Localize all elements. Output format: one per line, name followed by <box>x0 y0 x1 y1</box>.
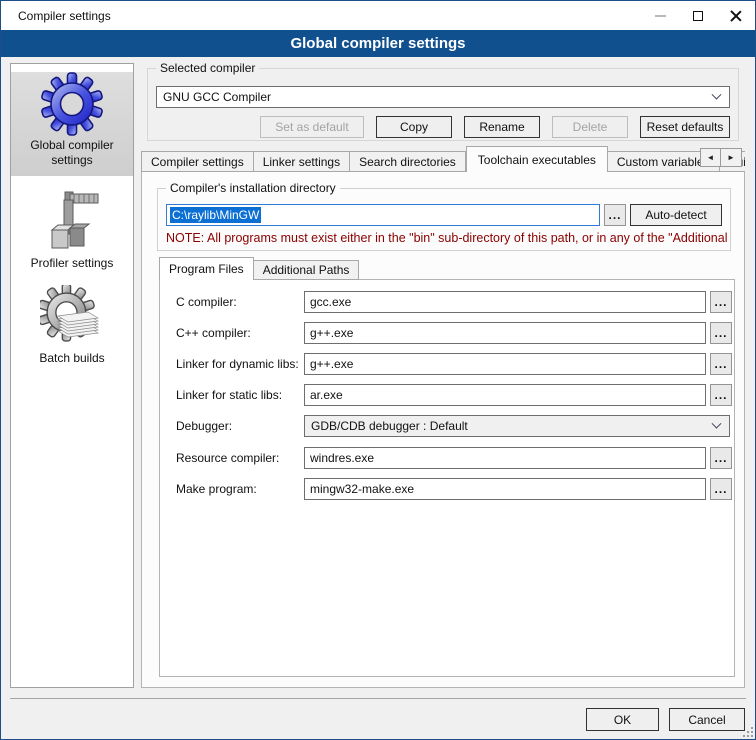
program-files-tabs: Program Files Additional Paths <box>159 257 359 280</box>
c-compiler-browse-button[interactable]: ... <box>710 291 732 313</box>
tab-program-files[interactable]: Program Files <box>159 257 254 280</box>
minimize-icon <box>655 15 666 17</box>
resize-grip-icon[interactable] <box>743 727 753 737</box>
sidebar-item-label: Global compiler settings <box>11 138 133 168</box>
static-linker-label: Linker for static libs: <box>176 388 282 402</box>
installation-directory-value: C:\raylib\MinGW <box>170 207 261 223</box>
installation-directory-group: Compiler's installation directory C:\ray… <box>157 188 731 251</box>
selected-compiler-value: GNU GCC Compiler <box>163 90 271 104</box>
cancel-button[interactable]: Cancel <box>669 708 745 731</box>
debugger-dropdown[interactable]: GDB/CDB debugger : Default <box>304 415 730 437</box>
tab-scroll-controls: ◄ ► <box>700 148 742 167</box>
arrow-left-icon: ◄ <box>707 153 715 162</box>
tab-additional-paths[interactable]: Additional Paths <box>254 260 360 280</box>
c-compiler-row: C compiler: ... <box>160 291 734 313</box>
tab-linker-settings[interactable]: Linker settings <box>254 151 350 172</box>
make-program-row: Make program: ... <box>160 478 734 500</box>
dynamic-linker-row: Linker for dynamic libs: ... <box>160 353 734 375</box>
compiler-settings-tabs: Compiler settings Linker settings Search… <box>141 146 745 172</box>
minimize-button[interactable] <box>641 1 679 30</box>
maximize-icon <box>693 11 703 21</box>
debugger-row: Debugger: GDB/CDB debugger : Default <box>160 415 734 437</box>
compiler-action-buttons: Set as default Copy Rename Delete Reset … <box>260 116 730 138</box>
debugger-value: GDB/CDB debugger : Default <box>311 419 468 433</box>
page-header: Global compiler settings <box>1 30 755 57</box>
static-linker-input[interactable] <box>304 384 706 406</box>
dialog-body: Global compiler settings <box>1 57 755 739</box>
auto-detect-button[interactable]: Auto-detect <box>630 204 722 226</box>
ok-button[interactable]: OK <box>586 708 659 731</box>
c-compiler-input[interactable] <box>304 291 706 313</box>
static-linker-row: Linker for static libs: ... <box>160 384 734 406</box>
chevron-down-icon <box>712 418 722 428</box>
program-files-page: C compiler: ... C++ compiler: ... Linker… <box>159 279 735 677</box>
sidebar-item-global-compiler-settings[interactable]: Global compiler settings <box>11 72 133 176</box>
cpp-compiler-input[interactable] <box>304 322 706 344</box>
sidebar-item-label: Batch builds <box>11 351 133 366</box>
compiler-settings-dialog: Compiler settings Global compiler settin… <box>0 0 756 740</box>
bin-subdirectory-note: NOTE: All programs must exist either in … <box>166 231 729 245</box>
dynamic-linker-browse-button[interactable]: ... <box>710 353 732 375</box>
gray-gear-stack-icon <box>40 285 104 349</box>
caliper-icon <box>40 190 104 254</box>
make-program-label: Make program: <box>176 482 257 496</box>
static-linker-browse-button[interactable]: ... <box>710 384 732 406</box>
sidebar-item-profiler-settings[interactable]: Profiler settings <box>11 190 133 271</box>
chevron-down-icon <box>712 89 722 99</box>
tab-toolchain-executables[interactable]: Toolchain executables <box>466 146 608 172</box>
resource-compiler-label: Resource compiler: <box>176 451 279 465</box>
cpp-compiler-label: C++ compiler: <box>176 326 251 340</box>
titlebar[interactable]: Compiler settings <box>1 1 755 30</box>
dynamic-linker-input[interactable] <box>304 353 706 375</box>
delete-button[interactable]: Delete <box>552 116 628 138</box>
tab-scroll-left-button[interactable]: ◄ <box>700 148 721 167</box>
close-button[interactable] <box>717 1 755 30</box>
tab-search-directories[interactable]: Search directories <box>350 151 466 172</box>
tab-scroll-right-button[interactable]: ► <box>721 148 742 167</box>
reset-defaults-button[interactable]: Reset defaults <box>640 116 730 138</box>
page-title: Global compiler settings <box>290 35 465 52</box>
installation-directory-group-label: Compiler's installation directory <box>166 181 340 195</box>
make-program-browse-button[interactable]: ... <box>710 478 732 500</box>
cpp-compiler-browse-button[interactable]: ... <box>710 322 732 344</box>
resource-compiler-browse-button[interactable]: ... <box>710 447 732 469</box>
close-icon <box>730 10 742 22</box>
footer-separator <box>10 698 746 699</box>
installation-directory-browse-button[interactable]: ... <box>604 204 626 226</box>
sidebar-item-label: Profiler settings <box>11 256 133 271</box>
cpp-compiler-row: C++ compiler: ... <box>160 322 734 344</box>
rename-button[interactable]: Rename <box>464 116 540 138</box>
installation-directory-row: C:\raylib\MinGW ... Auto-detect <box>166 204 722 226</box>
sidebar-item-batch-builds[interactable]: Batch builds <box>11 285 133 366</box>
selected-compiler-group-label: Selected compiler <box>156 61 259 75</box>
blue-gear-icon <box>40 72 104 136</box>
dynamic-linker-label: Linker for dynamic libs: <box>176 357 299 371</box>
installation-directory-input[interactable]: C:\raylib\MinGW <box>166 204 600 226</box>
c-compiler-label: C compiler: <box>176 295 237 309</box>
window-controls <box>641 1 755 30</box>
maximize-button[interactable] <box>679 1 717 30</box>
selected-compiler-group: Selected compiler GNU GCC Compiler Set a… <box>147 68 739 141</box>
resource-compiler-input[interactable] <box>304 447 706 469</box>
toolchain-executables-page: Compiler's installation directory C:\ray… <box>141 171 745 688</box>
copy-button[interactable]: Copy <box>376 116 452 138</box>
tab-compiler-settings[interactable]: Compiler settings <box>141 151 254 172</box>
window-title: Compiler settings <box>18 9 111 23</box>
make-program-input[interactable] <box>304 478 706 500</box>
settings-sidebar: Global compiler settings <box>10 63 134 688</box>
arrow-right-icon: ► <box>727 153 735 162</box>
set-as-default-button[interactable]: Set as default <box>260 116 364 138</box>
resource-compiler-row: Resource compiler: ... <box>160 447 734 469</box>
debugger-label: Debugger: <box>176 419 232 433</box>
selected-compiler-dropdown[interactable]: GNU GCC Compiler <box>156 86 730 108</box>
